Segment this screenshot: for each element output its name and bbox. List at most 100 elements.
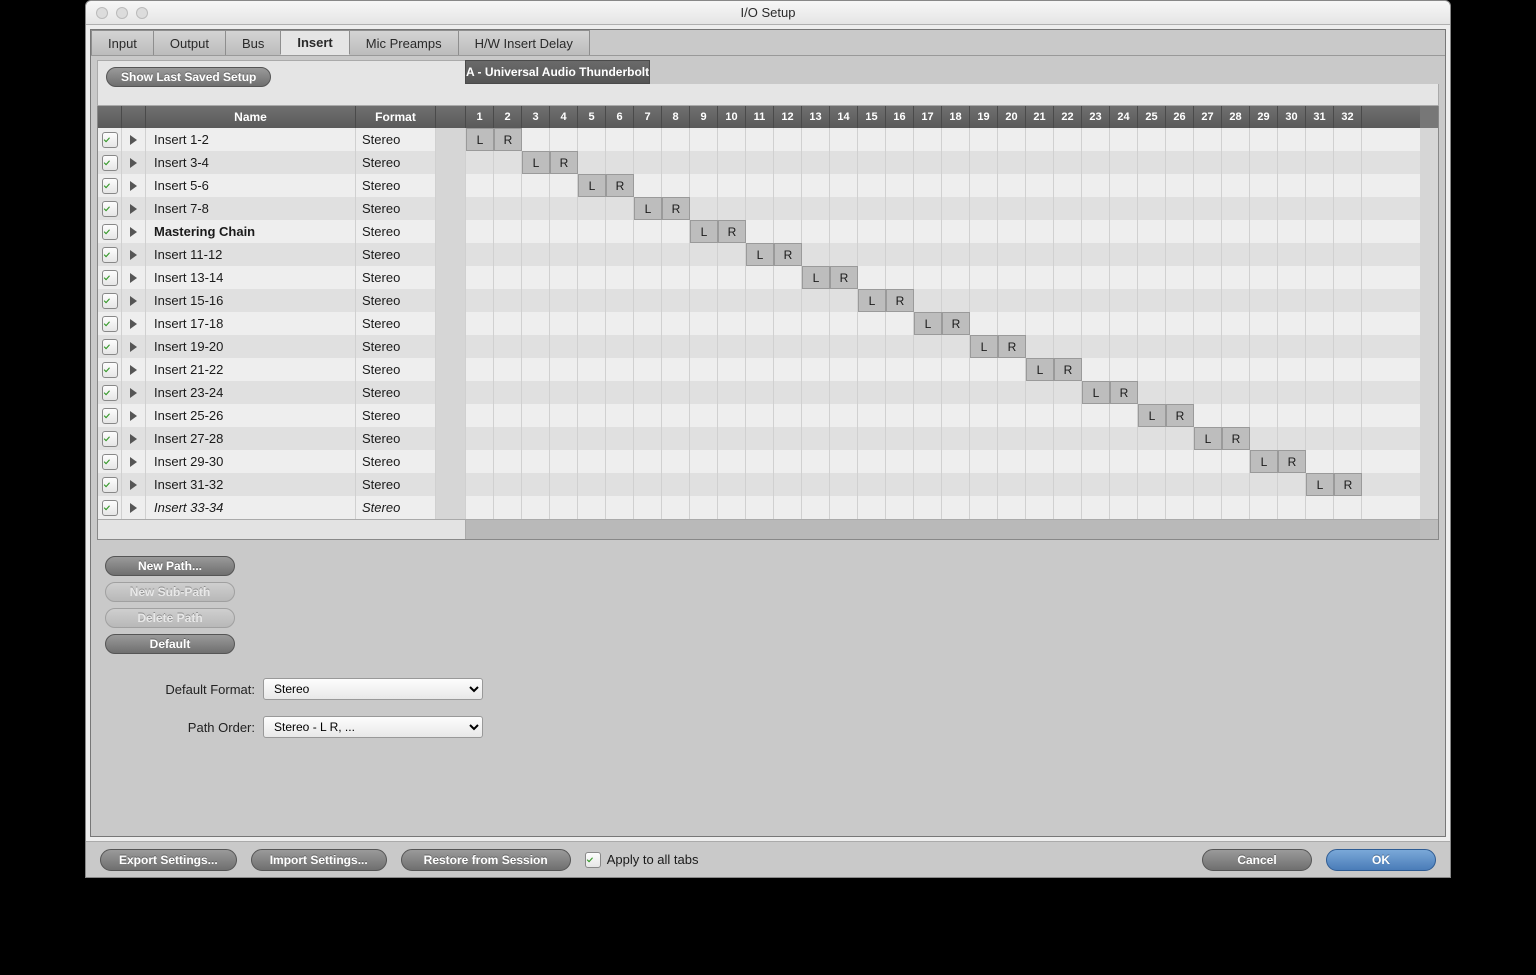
- ch-cell[interactable]: [942, 266, 970, 289]
- row-name[interactable]: Insert 13-14: [146, 266, 356, 289]
- io-row[interactable]: Insert 19-20StereoLR: [98, 335, 1438, 358]
- ch-cell[interactable]: [746, 220, 774, 243]
- ch-cell[interactable]: [1250, 427, 1278, 450]
- row-format[interactable]: Stereo: [356, 450, 436, 473]
- ch-cell[interactable]: [1250, 197, 1278, 220]
- row-checkbox[interactable]: [102, 316, 118, 332]
- ch-cell[interactable]: [1194, 266, 1222, 289]
- ch-cell[interactable]: [830, 358, 858, 381]
- ch-cell[interactable]: [998, 473, 1026, 496]
- ch-cell[interactable]: [1082, 312, 1110, 335]
- ch-R[interactable]: R: [1166, 404, 1194, 427]
- ch-cell[interactable]: [690, 266, 718, 289]
- ch-cell[interactable]: [690, 128, 718, 151]
- disclosure-icon[interactable]: [130, 204, 137, 214]
- ch-cell[interactable]: [970, 220, 998, 243]
- ch-cell[interactable]: [578, 197, 606, 220]
- ch-cell[interactable]: [1278, 266, 1306, 289]
- ch-cell[interactable]: [942, 358, 970, 381]
- ch-cell[interactable]: [886, 220, 914, 243]
- ch-cell[interactable]: [998, 427, 1026, 450]
- ch-cell[interactable]: [1222, 381, 1250, 404]
- ch-L[interactable]: L: [858, 289, 886, 312]
- ch-cell[interactable]: [550, 404, 578, 427]
- ch-cell[interactable]: [718, 450, 746, 473]
- ch-cell[interactable]: [830, 335, 858, 358]
- ch-cell[interactable]: [718, 312, 746, 335]
- ch-cell[interactable]: [858, 427, 886, 450]
- ch-cell[interactable]: [858, 312, 886, 335]
- ch-cell[interactable]: [1138, 427, 1166, 450]
- row-name[interactable]: Mastering Chain: [146, 220, 356, 243]
- ch-cell[interactable]: [1222, 243, 1250, 266]
- ch-cell[interactable]: [998, 220, 1026, 243]
- minimize-icon[interactable]: [116, 7, 128, 19]
- ch-cell[interactable]: [606, 335, 634, 358]
- ch-cell[interactable]: [494, 266, 522, 289]
- ch-cell[interactable]: [774, 404, 802, 427]
- ch-cell[interactable]: [886, 496, 914, 519]
- ch-cell[interactable]: [634, 151, 662, 174]
- row-checkbox[interactable]: [102, 477, 118, 493]
- ch-cell[interactable]: [690, 473, 718, 496]
- ch-cell[interactable]: [634, 496, 662, 519]
- ch-cell[interactable]: [718, 243, 746, 266]
- ch-cell[interactable]: [550, 335, 578, 358]
- ch-cell[interactable]: [858, 473, 886, 496]
- ch-cell[interactable]: [466, 220, 494, 243]
- ch-cell[interactable]: [774, 450, 802, 473]
- row-checkbox[interactable]: [102, 201, 118, 217]
- ch-cell[interactable]: [1054, 151, 1082, 174]
- ch-cell[interactable]: [1250, 335, 1278, 358]
- io-row[interactable]: Insert 21-22StereoLR: [98, 358, 1438, 381]
- ch-cell[interactable]: [774, 312, 802, 335]
- ch-cell[interactable]: [746, 151, 774, 174]
- ch-cell[interactable]: [858, 197, 886, 220]
- ch-cell[interactable]: [970, 427, 998, 450]
- ch-cell[interactable]: [1110, 358, 1138, 381]
- ch-cell[interactable]: [970, 174, 998, 197]
- ch-cell[interactable]: [578, 220, 606, 243]
- ch-L[interactable]: L: [578, 174, 606, 197]
- ch-cell[interactable]: [1250, 289, 1278, 312]
- ch-cell[interactable]: [1194, 197, 1222, 220]
- ch-cell[interactable]: [858, 174, 886, 197]
- ch-cell[interactable]: [1306, 128, 1334, 151]
- ch-cell[interactable]: [690, 335, 718, 358]
- ch-R[interactable]: R: [942, 312, 970, 335]
- ch-cell[interactable]: [1054, 289, 1082, 312]
- ch-cell[interactable]: [662, 151, 690, 174]
- ch-cell[interactable]: [1334, 151, 1362, 174]
- ch-L[interactable]: L: [466, 128, 494, 151]
- ch-cell[interactable]: [774, 289, 802, 312]
- row-checkbox[interactable]: [102, 293, 118, 309]
- ch-cell[interactable]: [466, 174, 494, 197]
- ch-cell[interactable]: [1194, 151, 1222, 174]
- ch-cell[interactable]: [998, 151, 1026, 174]
- ch-cell[interactable]: [662, 473, 690, 496]
- disclosure-icon[interactable]: [130, 503, 137, 513]
- ch-cell[interactable]: [1334, 335, 1362, 358]
- row-name[interactable]: Insert 23-24: [146, 381, 356, 404]
- ch-cell[interactable]: [746, 335, 774, 358]
- ch-cell[interactable]: [1334, 243, 1362, 266]
- io-row[interactable]: Insert 1-2StereoLR: [98, 128, 1438, 151]
- disclosure-icon[interactable]: [130, 273, 137, 283]
- ch-cell[interactable]: [1138, 381, 1166, 404]
- ch-cell[interactable]: [662, 496, 690, 519]
- ch-cell[interactable]: [1278, 473, 1306, 496]
- row-format[interactable]: Stereo: [356, 358, 436, 381]
- ch-cell[interactable]: [1166, 312, 1194, 335]
- ch-cell[interactable]: [774, 358, 802, 381]
- ch-cell[interactable]: [1250, 128, 1278, 151]
- ch-cell[interactable]: [746, 266, 774, 289]
- ch-cell[interactable]: [578, 473, 606, 496]
- ch-R[interactable]: R: [1222, 427, 1250, 450]
- io-row[interactable]: Insert 11-12StereoLR: [98, 243, 1438, 266]
- ch-cell[interactable]: [494, 197, 522, 220]
- ch-cell[interactable]: [1138, 220, 1166, 243]
- ch-cell[interactable]: [1306, 266, 1334, 289]
- disclosure-icon[interactable]: [130, 434, 137, 444]
- ch-cell[interactable]: [1138, 312, 1166, 335]
- ch-cell[interactable]: [830, 450, 858, 473]
